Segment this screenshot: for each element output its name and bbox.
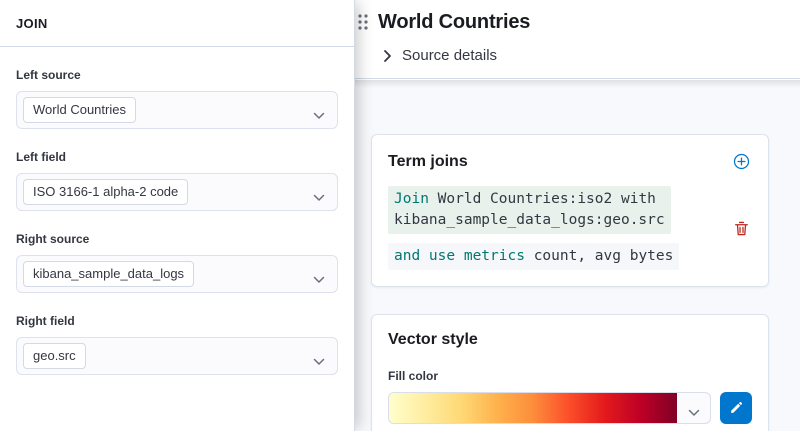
fill-color-label: Fill color bbox=[388, 369, 752, 383]
edit-fill-color-button[interactable] bbox=[720, 392, 752, 424]
join-editor-flyout: JOIN Left source World Countries Left fi… bbox=[0, 0, 355, 431]
right-source-select[interactable]: kibana_sample_data_logs bbox=[16, 255, 338, 293]
flyout-divider bbox=[0, 46, 354, 47]
source-details-accordion-toggle[interactable]: Source details bbox=[383, 47, 497, 64]
left-field-value-pill: ISO 3166-1 alpha-2 code bbox=[23, 179, 188, 205]
right-source-value-pill: kibana_sample_data_logs bbox=[23, 261, 194, 287]
grab-handle-icon[interactable] bbox=[356, 11, 370, 38]
vector-style-title: Vector style bbox=[388, 331, 752, 349]
left-source-label: Left source bbox=[16, 68, 338, 82]
left-source-value-pill: World Countries bbox=[23, 97, 136, 123]
right-field-value-pill: geo.src bbox=[23, 343, 86, 369]
plus-in-circle-icon bbox=[733, 158, 750, 173]
delete-join-button[interactable] bbox=[731, 218, 752, 239]
left-field-select[interactable]: ISO 3166-1 alpha-2 code bbox=[16, 173, 338, 211]
pencil-icon bbox=[729, 401, 743, 415]
metrics-clause: and use metrics count, avg bytes bbox=[388, 243, 679, 270]
chevron-down-icon[interactable] bbox=[313, 189, 325, 207]
source-details-label: Source details bbox=[402, 47, 497, 64]
add-join-button[interactable] bbox=[731, 151, 752, 172]
trash-icon bbox=[733, 225, 750, 240]
chevron-down-icon[interactable] bbox=[313, 353, 325, 371]
right-field-group: Right field geo.src bbox=[16, 314, 338, 375]
term-joins-title: Term joins bbox=[388, 153, 468, 171]
fill-color-gradient bbox=[389, 393, 677, 423]
layer-panel-body: Term joins Join World Countries:iso2 wit… bbox=[355, 80, 800, 431]
left-field-group: Left field ISO 3166-1 alpha-2 code bbox=[16, 150, 338, 211]
join-expression: Join World Countries:iso2 with kibana_sam… bbox=[388, 186, 725, 270]
right-field-select[interactable]: geo.src bbox=[16, 337, 338, 375]
right-field-label: Right field bbox=[16, 314, 338, 328]
metrics-values: count, avg bytes bbox=[534, 248, 674, 264]
layer-panel-header: World Countries Source details bbox=[355, 0, 800, 79]
join-line1: World Countries:iso2 with bbox=[438, 191, 656, 207]
metrics-keyword: and use metrics bbox=[394, 248, 525, 264]
fill-color-ramp-select[interactable] bbox=[388, 392, 711, 424]
header-scroll-shadow bbox=[355, 80, 800, 88]
join-clause: Join World Countries:iso2 with kibana_sam… bbox=[388, 186, 671, 234]
left-source-select[interactable]: World Countries bbox=[16, 91, 338, 129]
left-field-label: Left field bbox=[16, 150, 338, 164]
maps-layer-settings-app: World Countries Source details Term join… bbox=[0, 0, 800, 431]
vector-style-card: Vector style Fill color bbox=[371, 314, 769, 431]
left-source-group: Left source World Countries bbox=[16, 68, 338, 129]
join-line2: kibana_sample_data_logs:geo.src bbox=[394, 212, 665, 228]
right-source-group: Right source kibana_sample_data_logs bbox=[16, 232, 338, 293]
join-keyword: Join bbox=[394, 191, 429, 207]
chevron-down-icon[interactable] bbox=[688, 404, 700, 422]
term-joins-card: Term joins Join World Countries:iso2 wit… bbox=[371, 134, 769, 287]
chevron-right-icon bbox=[383, 49, 393, 63]
layer-panel-title: World Countries bbox=[378, 11, 530, 34]
join-flyout-title: JOIN bbox=[16, 16, 338, 31]
right-source-label: Right source bbox=[16, 232, 338, 246]
chevron-down-icon[interactable] bbox=[313, 271, 325, 289]
join-expression-row: Join World Countries:iso2 with kibana_sam… bbox=[388, 186, 752, 270]
chevron-down-icon[interactable] bbox=[313, 107, 325, 125]
